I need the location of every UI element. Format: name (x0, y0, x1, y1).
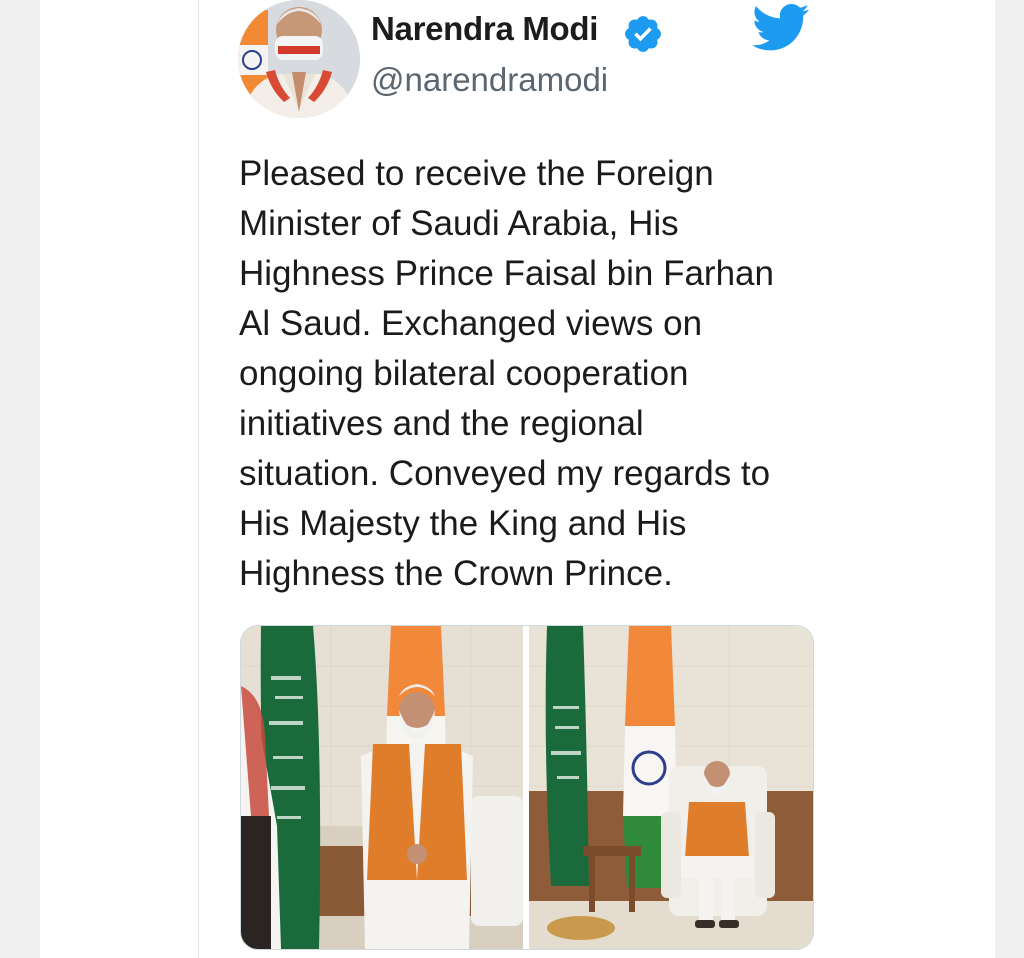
tweet-text-line: Highness the Crown Prince. (239, 554, 673, 593)
verified-badge-icon (625, 16, 661, 52)
tweet-text-line: situation. Conveyed my regards to (239, 454, 771, 493)
media-photo-left[interactable] (241, 626, 523, 949)
media-photo-right[interactable] (529, 626, 813, 949)
tweet-text-line: Highness Prince Faisal bin Farhan (239, 254, 774, 293)
avatar[interactable] (238, 0, 360, 118)
avatar-photo (238, 0, 360, 118)
twitter-bird-icon[interactable] (752, 3, 810, 53)
tweet-text: Pleased to receive the Foreign Minister … (239, 149, 829, 599)
media-grid (240, 625, 814, 950)
tweet-text-line: Minister of Saudi Arabia, His (239, 204, 679, 243)
tweet-text-line: Al Saud. Exchanged views on (239, 304, 703, 343)
tweet: Narendra Modi @narendramodi Pleased to r… (0, 0, 1024, 958)
tweet-text-line: His Majesty the King and His (239, 504, 687, 543)
tweet-text-line: ongoing bilateral cooperation (239, 354, 689, 393)
author-handle[interactable]: @narendramodi (371, 61, 608, 99)
author-name[interactable]: Narendra Modi (371, 10, 598, 48)
tweet-text-line: Pleased to receive the Foreign (239, 154, 714, 193)
tweet-text-line: initiatives and the regional (239, 404, 644, 443)
